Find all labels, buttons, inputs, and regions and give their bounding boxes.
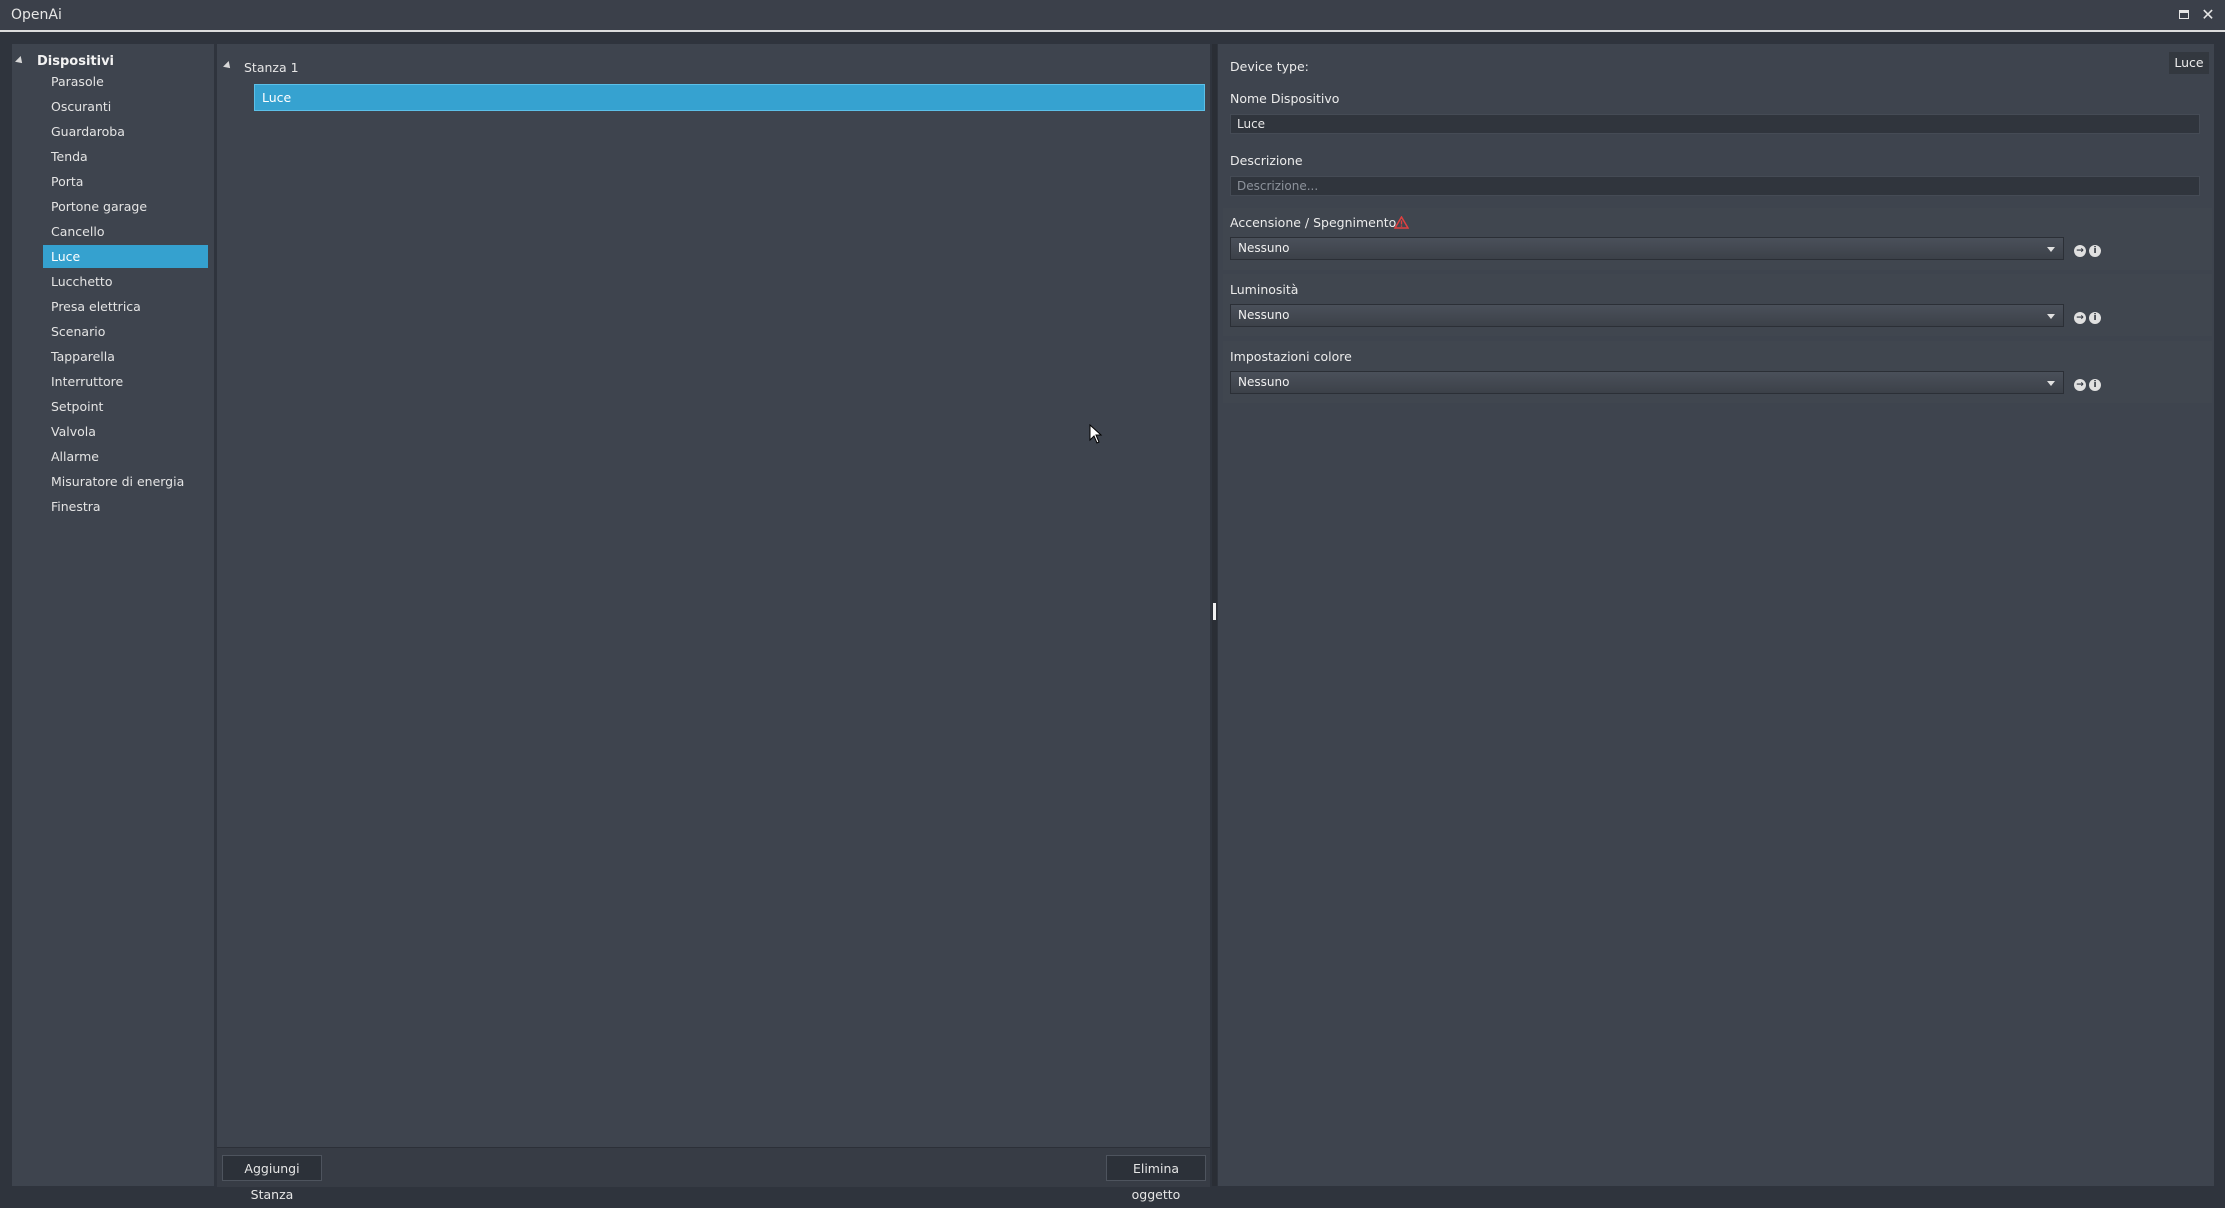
sidebar-item-interruttore[interactable]: Interruttore [43,370,208,393]
chevron-down-icon [2047,314,2055,319]
rooms-toolbar: Aggiungi Stanza Elimina oggetto [217,1147,1210,1202]
brightness-select[interactable]: Nessuno [1230,304,2064,327]
description-input[interactable] [1230,176,2200,196]
room-label: Stanza 1 [244,60,299,75]
close-button[interactable]: ✕ [2198,4,2218,24]
sidebar-item-scenario[interactable]: Scenario [43,320,208,343]
chevron-down-icon [2047,247,2055,252]
sidebar-item-oscuranti[interactable]: Oscuranti [43,95,208,118]
add-room-button[interactable]: Aggiungi Stanza [222,1155,322,1202]
sidebar-item-setpoint[interactable]: Setpoint [43,395,208,418]
sidebar-item-parasole[interactable]: Parasole [43,70,208,93]
go-to-icon[interactable]: → [2074,312,2086,324]
brightness-select-value: Nessuno [1238,308,1290,322]
onoff-label: Accensione / Spegnimento [1230,215,1409,230]
device-name-label: Nome Dispositivo [1230,91,1340,106]
brightness-label: Luminosità [1230,282,1299,297]
maximize-icon [2179,9,2189,19]
info-icon[interactable]: i [2089,379,2101,391]
sidebar-item-misuratore-di-energia[interactable]: Misuratore di energia [43,470,208,493]
window-title: OpenAi [11,7,62,23]
go-to-icon[interactable]: → [2074,379,2086,391]
properties-panel: Device type: Luce Nome Dispositivo Descr… [1218,44,2214,1186]
sidebar-item-guardaroba[interactable]: Guardaroba [43,120,208,143]
title-bar: OpenAi ✕ [0,0,2225,32]
rooms-panel: Stanza 1 Luce Aggiungi Stanza Elimina og… [217,44,1210,1202]
device-type-label: Device type: [1230,59,1309,74]
tree-root-dispositivi[interactable]: Dispositivi [12,51,212,71]
info-icon[interactable]: i [2089,245,2101,257]
sidebar-item-portone-garage[interactable]: Portone garage [43,195,208,218]
expand-triangle-icon[interactable] [15,56,25,66]
onoff-select[interactable]: Nessuno [1230,237,2064,260]
onoff-label-text: Accensione / Spegnimento [1230,215,1397,230]
sidebar-item-presa-elettrica[interactable]: Presa elettrica [43,295,208,318]
delete-object-button[interactable]: Elimina oggetto [1106,1155,1206,1202]
maximize-button[interactable] [2174,4,2194,24]
room-device-item-luce[interactable]: Luce [254,84,1205,111]
sidebar-item-cancello[interactable]: Cancello [43,220,208,243]
sidebar-item-lucchetto[interactable]: Lucchetto [43,270,208,293]
sidebar-item-tapparella[interactable]: Tapparella [43,345,208,368]
sidebar-item-tenda[interactable]: Tenda [43,145,208,168]
info-icon[interactable]: i [2089,312,2101,324]
color-settings-label: Impostazioni colore [1230,349,1352,364]
splitter-grip-handle[interactable] [1213,603,1216,620]
description-label: Descrizione [1230,153,1303,168]
sidebar-item-porta[interactable]: Porta [43,170,208,193]
device-type-value: Luce [2169,52,2209,74]
color-select-value: Nessuno [1238,375,1290,389]
device-name-input[interactable] [1230,114,2200,134]
go-to-icon[interactable]: → [2074,245,2086,257]
sidebar-item-luce[interactable]: Luce [43,245,208,268]
expand-triangle-icon[interactable] [223,61,233,71]
sidebar-item-allarme[interactable]: Allarme [43,445,208,468]
onoff-select-value: Nessuno [1238,241,1290,255]
color-settings-select[interactable]: Nessuno [1230,371,2064,394]
close-icon: ✕ [2201,4,2215,24]
warning-icon [1394,216,1409,229]
mouse-cursor-icon [1089,424,1103,444]
device-type-tree: Dispositivi Parasole Oscuranti Guardarob… [12,44,214,1186]
chevron-down-icon [2047,381,2055,386]
sidebar-item-finestra[interactable]: Finestra [43,495,208,518]
tree-root-label: Dispositivi [37,54,115,69]
room-node-stanza-1[interactable]: Stanza 1 [217,57,1207,77]
sidebar-item-valvola[interactable]: Valvola [43,420,208,443]
